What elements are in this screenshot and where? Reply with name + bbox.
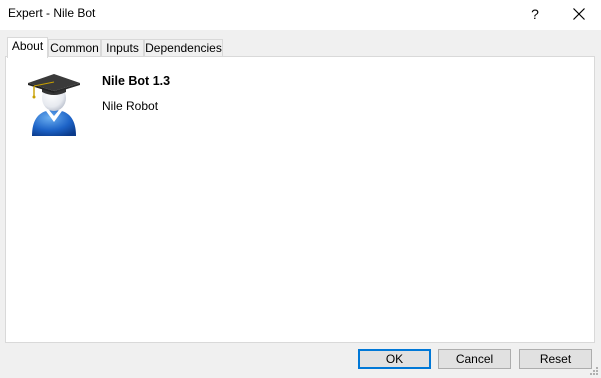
window-title: Expert - Nile Bot [8, 6, 96, 20]
expert-name: Nile Bot 1.3 [102, 74, 171, 88]
tab-inputs-label: Inputs [106, 41, 139, 55]
graduate-user-icon [28, 74, 80, 136]
reset-button-label: Reset [539, 352, 572, 366]
cancel-button[interactable]: Cancel [438, 349, 511, 369]
tab-dependencies-label: Dependencies [145, 41, 222, 55]
tab-dependencies[interactable]: Dependencies [144, 39, 223, 56]
expert-dialog: Expert - Nile Bot ? About Common Inputs … [0, 0, 601, 378]
title-bar[interactable]: Expert - Nile Bot ? [0, 0, 601, 30]
cancel-button-label: Cancel [455, 352, 494, 366]
tab-about[interactable]: About [7, 37, 48, 58]
about-panel [5, 56, 595, 343]
expert-description: Nile Robot [102, 99, 159, 113]
help-icon: ? [531, 6, 539, 22]
tab-common[interactable]: Common [48, 39, 101, 56]
ok-button-label: OK [385, 352, 404, 366]
reset-button[interactable]: Reset [519, 349, 592, 369]
close-icon [573, 8, 585, 20]
tab-about-label: About [11, 39, 44, 53]
close-button[interactable] [562, 0, 596, 28]
ok-button[interactable]: OK [358, 349, 431, 369]
help-button[interactable]: ? [518, 0, 552, 28]
tab-inputs[interactable]: Inputs [101, 39, 144, 56]
resize-grip-icon[interactable] [589, 366, 599, 376]
tab-common-label: Common [50, 41, 99, 55]
